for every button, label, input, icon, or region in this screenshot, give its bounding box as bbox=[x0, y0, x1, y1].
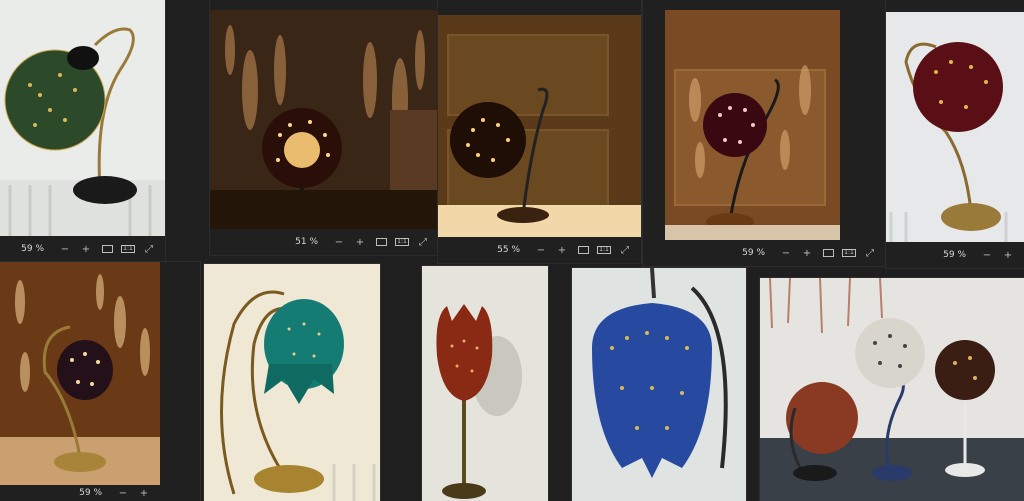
window-titlebar bbox=[210, 0, 439, 10]
zoom-in-icon[interactable]: + bbox=[556, 244, 568, 256]
actual-size-icon[interactable]: 1:1 bbox=[597, 244, 611, 256]
zoom-level: 59 % bbox=[943, 250, 966, 260]
photo-glowing-lamp-shadows bbox=[210, 10, 439, 229]
photo-green-gourd-lamp bbox=[0, 0, 165, 236]
viewer-toolbar: 59 % − + bbox=[886, 242, 1024, 268]
zoom-level: 59 % bbox=[21, 244, 44, 254]
photo-tulip-lamp-shadows bbox=[0, 262, 160, 485]
viewer-toolbar: 51 % − + 1:1 ⤢ bbox=[210, 229, 439, 255]
zoom-in-icon[interactable]: + bbox=[801, 247, 813, 259]
fullscreen-icon[interactable]: ⤢ bbox=[417, 236, 429, 248]
photo-teal-lamp bbox=[204, 264, 380, 501]
zoom-level: 59 % bbox=[742, 248, 765, 258]
viewer-window-1[interactable]: 59 % − + 1:1 ⤢ bbox=[0, 0, 165, 262]
actual-size-icon[interactable]: 1:1 bbox=[842, 247, 856, 259]
viewer-window-6[interactable]: 59 % − + bbox=[0, 262, 200, 501]
zoom-level: 55 % bbox=[497, 245, 520, 255]
zoom-out-icon[interactable]: − bbox=[780, 247, 792, 259]
fit-to-window-icon[interactable] bbox=[577, 244, 589, 256]
fullscreen-icon[interactable]: ⤢ bbox=[619, 244, 631, 256]
window-titlebar bbox=[886, 0, 1024, 10]
zoom-out-icon[interactable]: − bbox=[333, 236, 345, 248]
viewer-toolbar: 59 % − + 1:1 ⤢ bbox=[0, 236, 165, 262]
viewer-window-4[interactable]: 59 % − + 1:1 ⤢ bbox=[643, 0, 886, 266]
zoom-out-icon[interactable]: − bbox=[535, 244, 547, 256]
fullscreen-icon[interactable]: ⤢ bbox=[864, 247, 876, 259]
fit-to-window-icon[interactable] bbox=[101, 243, 113, 255]
viewer-toolbar: 55 % − + 1:1 ⤢ bbox=[438, 237, 641, 263]
actual-size-icon[interactable]: 1:1 bbox=[121, 243, 135, 255]
photo-blue-lamp bbox=[572, 268, 746, 501]
zoom-level: 59 % bbox=[79, 488, 102, 498]
viewer-window-2[interactable]: 51 % − + 1:1 ⤢ bbox=[210, 0, 439, 255]
zoom-in-icon[interactable]: + bbox=[138, 487, 150, 499]
actual-size-icon[interactable]: 1:1 bbox=[395, 236, 409, 248]
zoom-out-icon[interactable]: − bbox=[59, 243, 71, 255]
zoom-in-icon[interactable]: + bbox=[1002, 249, 1014, 261]
zoom-level: 51 % bbox=[295, 237, 318, 247]
viewer-toolbar: 59 % − + bbox=[0, 485, 160, 501]
fit-to-window-icon[interactable] bbox=[822, 247, 834, 259]
viewer-window-5[interactable]: 59 % − + bbox=[886, 0, 1024, 268]
photo-red-tulip-lamp bbox=[422, 266, 548, 501]
viewer-window-7[interactable] bbox=[204, 264, 380, 501]
viewer-window-10[interactable] bbox=[760, 278, 1024, 501]
window-titlebar bbox=[643, 0, 886, 10]
viewer-window-9[interactable] bbox=[572, 268, 746, 501]
photo-lamp-door bbox=[438, 15, 641, 237]
viewer-toolbar: 59 % − + 1:1 ⤢ bbox=[643, 240, 886, 266]
photo-red-lamp-shadows bbox=[665, 10, 840, 240]
window-titlebar bbox=[438, 0, 641, 10]
photo-three-gourd-lamps bbox=[760, 278, 1024, 501]
fit-to-window-icon[interactable] bbox=[375, 236, 387, 248]
photo-maroon-gourd-lamp bbox=[886, 12, 1024, 242]
zoom-in-icon[interactable]: + bbox=[80, 243, 92, 255]
viewer-window-3[interactable]: 55 % − + 1:1 ⤢ bbox=[438, 0, 641, 263]
viewer-window-8[interactable] bbox=[422, 266, 548, 501]
zoom-out-icon[interactable]: − bbox=[981, 249, 993, 261]
zoom-in-icon[interactable]: + bbox=[354, 236, 366, 248]
zoom-out-icon[interactable]: − bbox=[117, 487, 129, 499]
fullscreen-icon[interactable]: ⤢ bbox=[143, 243, 155, 255]
